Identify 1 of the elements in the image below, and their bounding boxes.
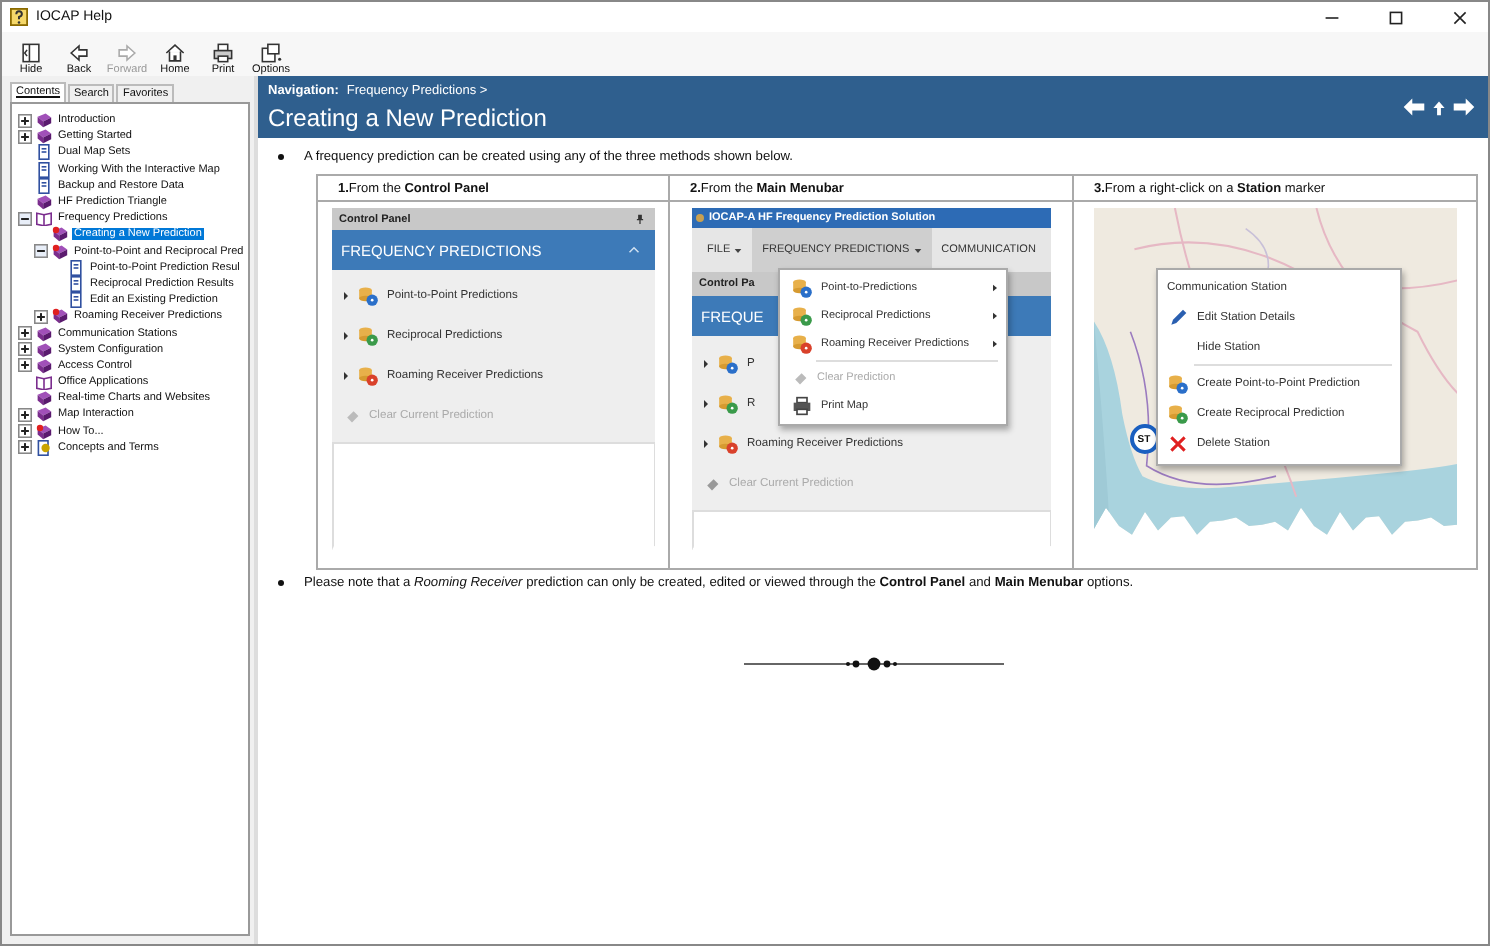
topic-title: Creating a New Prediction: [268, 103, 549, 131]
